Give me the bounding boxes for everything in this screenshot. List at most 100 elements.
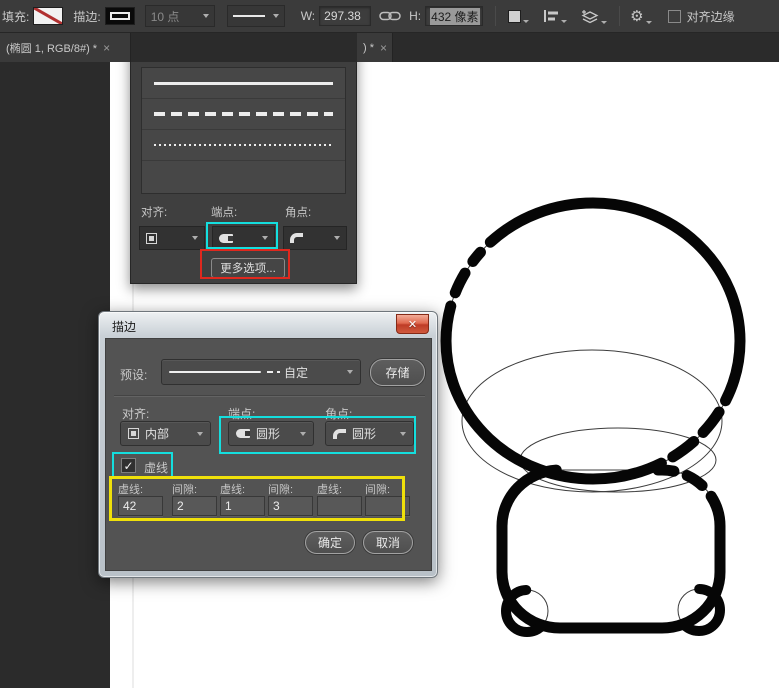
preset-dotted-line[interactable] [142, 130, 345, 161]
chevron-down-icon [300, 432, 306, 436]
solid-line-icon [154, 82, 333, 85]
document-tabbar: (椭圆 1, RGB/8#) * × ) * × [0, 33, 779, 62]
preset-line-icon [169, 371, 261, 373]
check-icon: ✓ [123, 459, 133, 473]
gap-label: 间隙: [172, 481, 197, 497]
dashed-line-checkbox[interactable]: ✓ [121, 458, 136, 473]
face-ellipse-outline [462, 350, 722, 492]
chevron-down-icon [334, 236, 340, 240]
stroke-dialog: 描边 ✕ 预设: 自定 存储 对齐: 端点: 角点: 内部 [98, 311, 438, 578]
stroke-label: 描边: [73, 8, 100, 25]
align-label: 对齐: [122, 405, 149, 422]
align-inside-icon [146, 233, 157, 244]
dash-input-1[interactable] [118, 496, 163, 516]
close-tab-icon[interactable]: × [103, 41, 110, 55]
gap-input-2[interactable] [268, 496, 313, 516]
chevron-down-icon [192, 236, 198, 240]
preset-empty-row [142, 161, 345, 193]
corners-label: 角点: [325, 405, 352, 422]
separator [114, 395, 425, 396]
extra-options-button[interactable]: ⚙ [630, 9, 651, 24]
document-tab-label: (椭圆 1, RGB/8#) * [6, 40, 97, 56]
chevron-down-icon [273, 14, 279, 18]
solid-line-icon [233, 15, 265, 17]
preset-dropdown[interactable]: 自定 [161, 359, 361, 385]
document-tab-partial[interactable]: ) * × [357, 33, 393, 62]
round-cap-icon [236, 429, 250, 438]
dash-input-3[interactable] [317, 496, 362, 516]
align-dropdown[interactable] [139, 226, 205, 250]
chevron-down-icon [262, 236, 268, 240]
path-operations-button[interactable] [508, 10, 529, 23]
chevron-down-icon [523, 20, 529, 23]
align-inside-icon [128, 428, 139, 439]
stroke-type-dropdown[interactable] [227, 5, 285, 27]
caps-dropdown[interactable] [212, 226, 275, 250]
dash-input-2[interactable] [220, 496, 265, 516]
stroke-preset-list [141, 67, 346, 194]
preset-dash-icon [267, 371, 273, 373]
fill-swatch[interactable] [33, 7, 63, 25]
caps-dropdown[interactable]: 圆形 [228, 421, 314, 446]
gap-input-1[interactable] [172, 496, 217, 516]
gap-label: 间隙: [365, 481, 390, 497]
stroke-color-icon [110, 12, 130, 20]
dotted-line-icon [154, 144, 333, 146]
preset-dashed-line[interactable] [142, 99, 345, 130]
document-tab[interactable]: (椭圆 1, RGB/8#) * × [0, 33, 131, 62]
height-label: H: [409, 9, 421, 23]
dash-label: 虚线: [317, 481, 342, 497]
more-options-button[interactable]: 更多选项... [211, 258, 285, 278]
gear-icon: ⚙ [630, 9, 643, 24]
toolbar-separator [495, 6, 496, 26]
shape-width-field[interactable]: 297.38 [319, 6, 371, 26]
chevron-down-icon [203, 14, 209, 18]
save-preset-button[interactable]: 存储 [370, 359, 425, 386]
body-path-outline [502, 470, 720, 628]
chevron-down-icon [197, 432, 203, 436]
corners-value: 圆形 [352, 425, 376, 442]
stroke-options-panel: 描边选项 ⚙ 对齐: 端点: 角点: 更多选项... [130, 35, 357, 284]
close-icon: ✕ [408, 318, 417, 331]
chevron-down-icon [347, 370, 353, 374]
head-dashed-stroke [446, 203, 740, 479]
stroke-width-value: 10 点 [151, 8, 180, 25]
dashed-line-icon [154, 112, 333, 116]
stroke-swatch[interactable] [105, 7, 135, 25]
stroke-width-dropdown[interactable]: 10 点 [145, 5, 215, 27]
dash-label: 虚线: [118, 481, 143, 497]
shape-options-toolbar: 填充: 描边: 10 点 W: 297.38 H: 432 像素 [0, 0, 779, 33]
gap-input-3[interactable] [365, 496, 410, 516]
cancel-button[interactable]: 取消 [363, 531, 413, 554]
ok-button[interactable]: 确定 [305, 531, 355, 554]
link-dimensions-icon[interactable] [379, 10, 401, 22]
path-arrangement-button[interactable] [581, 9, 607, 24]
caps-value: 圆形 [256, 425, 280, 442]
align-dropdown[interactable]: 内部 [120, 421, 211, 446]
dialog-close-button[interactable]: ✕ [396, 314, 429, 334]
preset-label: 预设: [120, 366, 147, 383]
close-tab-icon[interactable]: × [380, 41, 387, 55]
shape-height-value: 432 像素 [430, 8, 479, 25]
toolbar-separator [619, 6, 620, 26]
path-operations-icon [508, 10, 521, 23]
chevron-down-icon [646, 21, 652, 24]
preset-dot-icon [277, 371, 280, 373]
arrange-layers-icon [581, 9, 599, 24]
dash-label: 虚线: [220, 481, 245, 497]
align-edges-checkbox[interactable] [668, 10, 681, 23]
preset-solid-line[interactable] [142, 68, 345, 99]
fill-label: 填充: [2, 8, 29, 25]
width-label: W: [301, 9, 315, 23]
corners-label: 角点: [285, 204, 311, 220]
corners-dropdown[interactable]: 圆形 [325, 421, 414, 446]
caps-label: 端点: [211, 204, 237, 220]
align-icon [543, 9, 559, 23]
shape-height-field[interactable]: 432 像素 [425, 6, 483, 26]
dashed-line-label: 虚线 [144, 459, 168, 476]
round-corner-icon [333, 429, 346, 439]
chevron-down-icon [561, 20, 567, 23]
path-alignment-button[interactable] [543, 9, 567, 23]
corners-dropdown[interactable] [283, 226, 347, 250]
round-corner-icon [290, 233, 303, 243]
